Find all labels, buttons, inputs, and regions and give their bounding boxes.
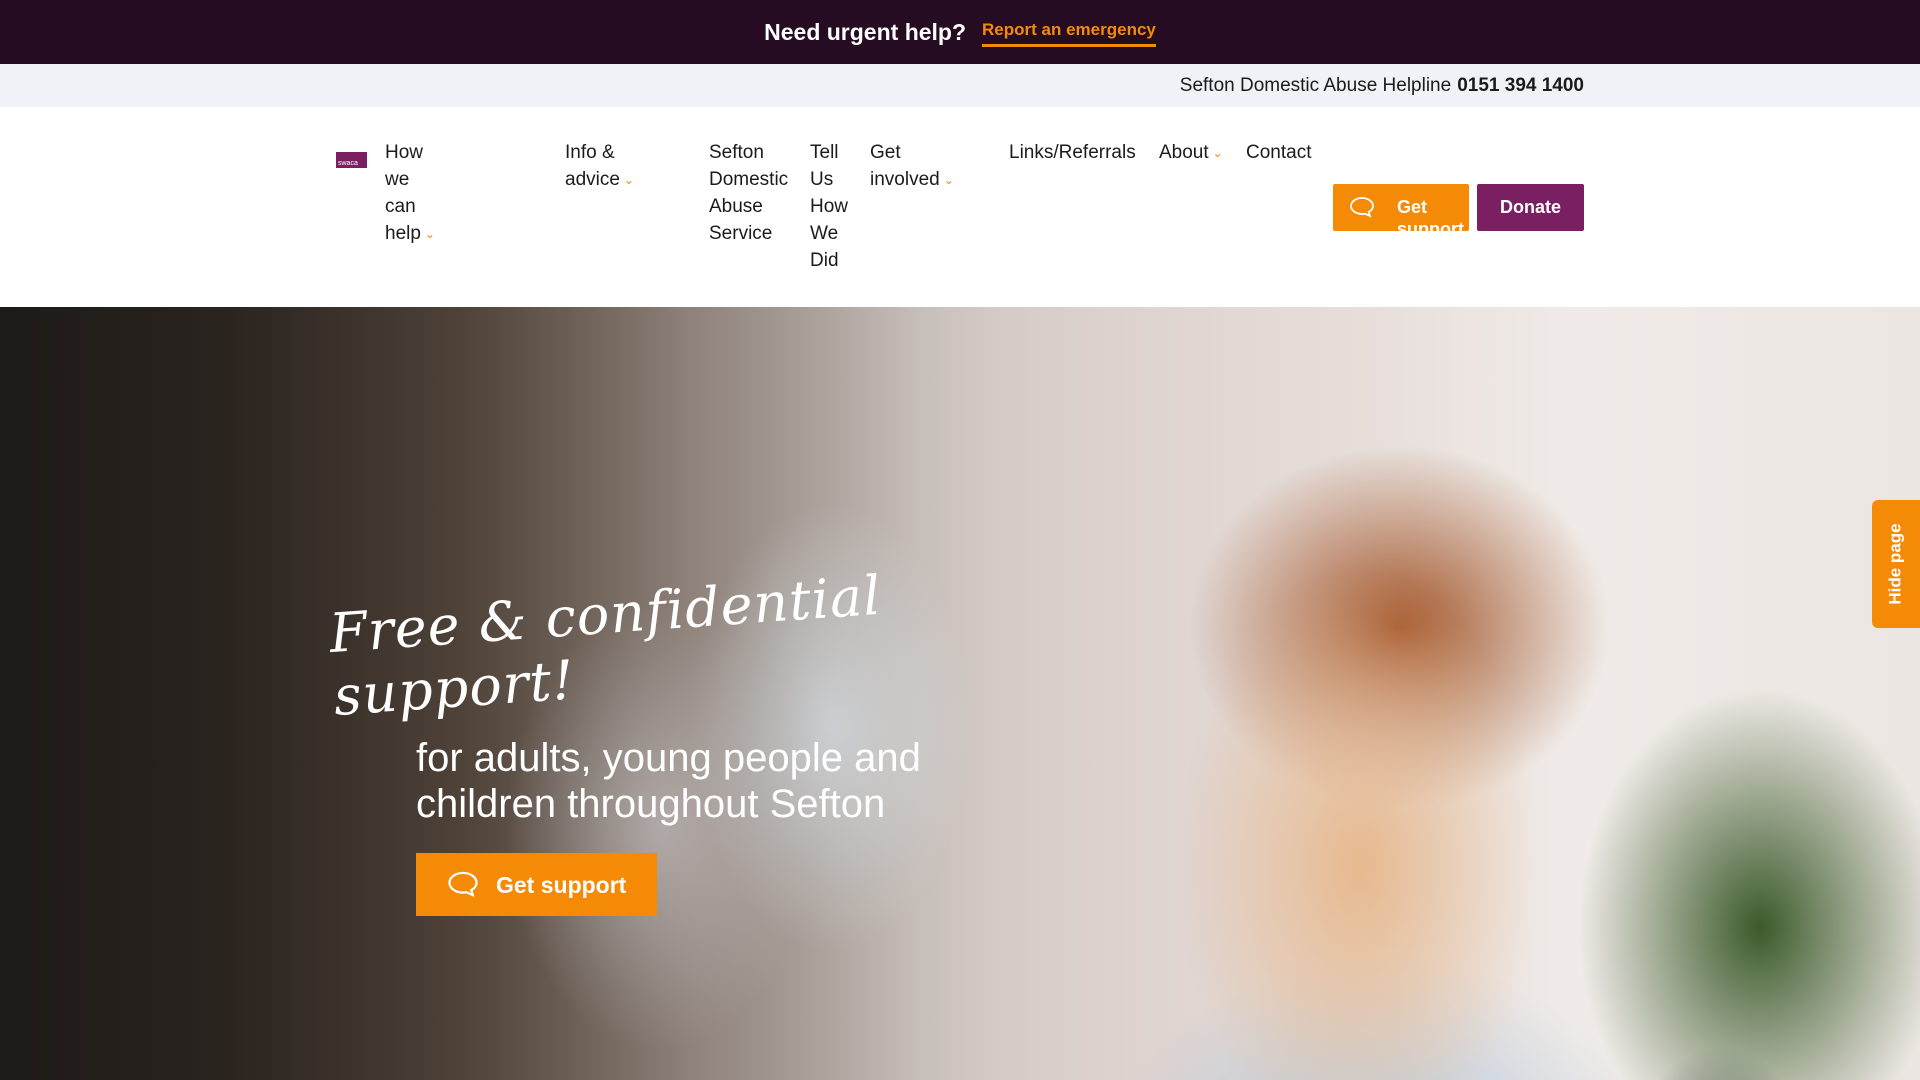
nav-item-label: How we can help [385,142,424,244]
hero-banner: Free & confidential support! for adults,… [0,307,1920,1080]
nav-item-how-we-can-help[interactable]: How we can help ⌄ [385,139,435,249]
nav-item-get-involved[interactable]: Get involved ⌄ [870,139,954,195]
speech-bubble-icon [447,870,479,904]
nav-item-label: Get involved [870,142,940,190]
hide-page-label: Hide page [1886,523,1905,605]
donate-button[interactable]: Donate [1477,184,1584,231]
nav-item-info-advice[interactable]: Info & advice ⌄ [565,139,634,195]
hide-page-button[interactable]: Hide page [1872,500,1920,628]
helpline-number[interactable]: 0151 394 1400 [1457,75,1584,97]
helpline-bar: Sefton Domestic Abuse Helpline 0151 394 … [0,64,1920,107]
nav-item-label: Contact [1246,142,1312,163]
donate-label: Donate [1499,197,1561,217]
chevron-down-icon: ⌄ [1212,146,1223,160]
site-logo[interactable]: swaca [336,152,367,168]
report-emergency-link[interactable]: Report an emergency [982,20,1156,47]
nav-item-label: Tell Us How We Did [810,142,849,271]
urgent-help-bar: Need urgent help? Report an emergency [0,0,1920,64]
hero-get-support-label: Get support [496,872,627,898]
speech-bubble-icon [1349,196,1375,223]
helpline-label: Sefton Domestic Abuse Helpline [1179,74,1452,96]
urgent-help-question: Need urgent help? [764,18,967,45]
nav-item-about[interactable]: About ⌄ [1159,139,1223,168]
site-header: swaca How we can help ⌄ Info & advice ⌄ Se… [0,107,1920,307]
nav-item-label: Links/Referrals [1009,142,1136,163]
chevron-down-icon: ⌄ [943,173,954,187]
hero-subheading: for adults, young people and children th… [416,736,921,826]
hero-get-support-button[interactable]: Get support [416,853,657,916]
nav-item-links-referrals[interactable]: Links/Referrals [1009,139,1136,166]
nav-item-tell-us-how-we-did[interactable]: Tell Us How We Did [810,139,854,274]
nav-item-sefton-domestic-abuse-service[interactable]: Sefton Domestic Abuse Service [709,139,795,247]
logo-text: swaca [338,160,358,167]
header-get-support-label: Get support [1397,197,1464,231]
chevron-down-icon: ⌄ [623,173,634,187]
nav-item-contact[interactable]: Contact [1246,139,1311,166]
nav-item-label: Info & advice [565,142,620,190]
chevron-down-icon: ⌄ [424,227,435,241]
header-get-support-button[interactable]: Get support [1333,184,1469,231]
nav-item-label: About [1159,142,1209,163]
nav-item-label: Sefton Domestic Abuse Service [709,142,789,244]
